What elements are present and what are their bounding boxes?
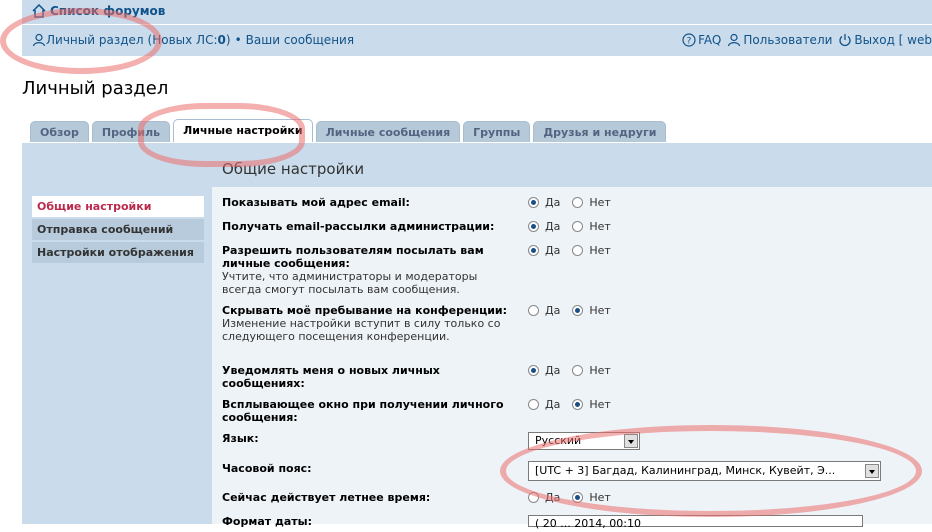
tab-groups[interactable]: Группы	[463, 121, 531, 142]
sidebar-item-display[interactable]: Настройки отображения	[32, 242, 204, 263]
radio-no[interactable]	[572, 492, 584, 503]
setting-label: Получать email-рассылки администрации:	[222, 220, 495, 233]
setting-options: Да Нет	[528, 364, 623, 377]
users-label: Пользователи	[743, 33, 833, 47]
home-icon	[32, 4, 46, 18]
pm-prefix[interactable]: (Новых ЛС:	[148, 33, 218, 47]
pm-count[interactable]: 0	[218, 33, 226, 47]
main-panel: Общие настройки Общие настройки Отправка…	[22, 143, 932, 530]
setting-options: Да Нет	[528, 196, 623, 209]
no-label: Нет	[589, 304, 611, 317]
radio-no[interactable]	[572, 245, 584, 256]
your-posts-link[interactable]: Ваши сообщения	[246, 33, 354, 47]
language-value: Русский	[535, 434, 582, 447]
help-icon: ?	[682, 33, 696, 47]
tab-private-messages[interactable]: Личные сообщения	[315, 121, 461, 142]
section-title: Общие настройки	[222, 160, 365, 178]
timezone-select[interactable]: [UTC + 3] Багдад, Калининград, Минск, Ку…	[528, 461, 881, 481]
setting-options: Да Нет	[528, 220, 623, 233]
users-link[interactable]: Пользователи	[727, 33, 832, 47]
no-label: Нет	[589, 364, 611, 377]
yes-label: Да	[545, 364, 561, 377]
pm-suffix: )	[225, 33, 231, 47]
faq-link[interactable]: ? FAQ	[682, 33, 721, 47]
radio-yes[interactable]	[528, 365, 539, 376]
logout-link[interactable]: Выход [ web	[838, 33, 932, 47]
tab-profile[interactable]: Профиль	[91, 121, 171, 142]
chevron-down-icon[interactable]	[624, 434, 638, 448]
setting-label: Скрывать моё пребывание на конференции: …	[222, 304, 517, 343]
ucp-link[interactable]: Личный раздел	[46, 33, 144, 47]
setting-label-text: Разрешить пользователям посылать вам лич…	[222, 244, 484, 270]
yes-label: Да	[545, 304, 561, 317]
radio-yes[interactable]	[528, 492, 539, 503]
radio-no[interactable]	[572, 197, 584, 208]
no-label: Нет	[589, 196, 611, 209]
setting-label-text: Скрывать моё пребывание на конференции:	[222, 304, 508, 317]
logout-label: Выход [ web	[854, 33, 932, 47]
sidebar-item-general[interactable]: Общие настройки	[32, 196, 204, 217]
radio-no[interactable]	[572, 221, 584, 232]
setting-options: Да Нет	[528, 398, 623, 411]
radio-yes[interactable]	[528, 305, 539, 316]
user-links: Личный раздел (Новых ЛС: 0) • Ваши сообщ…	[32, 33, 354, 47]
setting-label: Сейчас действует летнее время:	[222, 491, 431, 504]
tab-bar: Обзор Профиль Личные настройки Личные со…	[30, 119, 667, 142]
radio-no[interactable]	[572, 365, 584, 376]
setting-label: Всплывающее окно при получении личного с…	[222, 398, 504, 424]
setting-options: Да Нет	[528, 244, 623, 257]
setting-note: Учтите, что администраторы и модераторы …	[222, 270, 478, 296]
yes-label: Да	[545, 398, 561, 411]
language-label: Язык:	[222, 432, 259, 445]
setting-label: Уведомлять меня о новых личных сообщения…	[222, 364, 440, 390]
yes-label: Да	[545, 220, 561, 233]
setting-label: Разрешить пользователям посылать вам лич…	[222, 244, 517, 296]
power-icon	[839, 34, 852, 47]
users-icon	[728, 33, 741, 47]
yes-label: Да	[545, 491, 561, 504]
no-label: Нет	[589, 398, 611, 411]
tab-preferences[interactable]: Личные настройки	[173, 119, 313, 142]
radio-yes[interactable]	[528, 245, 539, 256]
date-format-select[interactable]: ( 20 ... 2014, 00:10	[528, 515, 863, 530]
setting-label: Показывать мой адрес email:	[222, 196, 410, 209]
radio-no[interactable]	[572, 399, 584, 410]
header-right-links: ? FAQ Пользователи Выход [ web	[682, 33, 932, 47]
setting-options: Да Нет	[528, 304, 623, 317]
yes-label: Да	[545, 196, 561, 209]
timezone-value: [UTC + 3] Багдад, Калининград, Минск, Ку…	[535, 464, 836, 477]
header-separator	[22, 24, 932, 25]
no-label: Нет	[589, 220, 611, 233]
header-bar: Список форумов Личный раздел (Новых ЛС: …	[22, 0, 932, 56]
radio-yes[interactable]	[528, 221, 539, 232]
date-format-label: Формат даты:	[222, 515, 312, 528]
language-select[interactable]: Русский	[528, 432, 640, 450]
settings-form: Показывать мой адрес email: Да Нет Получ…	[212, 187, 932, 530]
radio-yes[interactable]	[528, 399, 539, 410]
timezone-label: Часовой пояс:	[222, 462, 312, 475]
no-label: Нет	[589, 491, 611, 504]
sidebar-item-posting[interactable]: Отправка сообщений	[32, 219, 204, 240]
radio-no[interactable]	[572, 305, 584, 316]
setting-options: Да Нет	[528, 491, 623, 504]
setting-note: Изменение настройки вступит в силу тольк…	[222, 317, 501, 343]
separator-dot: •	[234, 33, 242, 47]
tab-friends-foes[interactable]: Друзья и недруги	[533, 121, 667, 142]
forum-list-link[interactable]: Список форумов	[32, 4, 165, 18]
no-label: Нет	[589, 244, 611, 257]
chevron-down-icon[interactable]	[865, 464, 879, 478]
forum-list-label: Список форумов	[50, 4, 166, 18]
svg-text:?: ?	[687, 37, 692, 47]
sidebar-nav: Общие настройки Отправка сообщений Настр…	[32, 196, 204, 265]
radio-yes[interactable]	[528, 197, 539, 208]
page-title: Личный раздел	[22, 78, 169, 99]
faq-label: FAQ	[698, 33, 722, 47]
tab-overview[interactable]: Обзор	[30, 121, 89, 142]
user-icon	[32, 33, 46, 47]
yes-label: Да	[545, 244, 561, 257]
